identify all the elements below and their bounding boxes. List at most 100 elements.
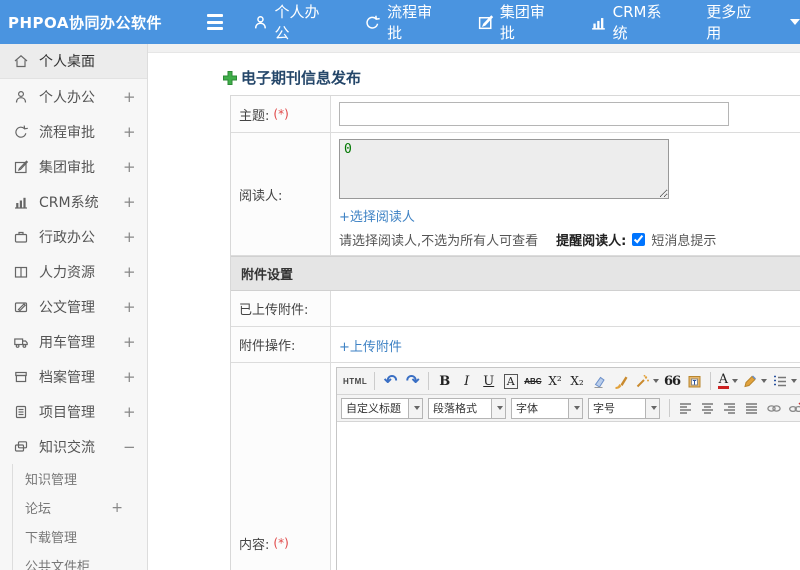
ordered-list-button[interactable] bbox=[770, 370, 799, 392]
sidebar-subitem-public-files[interactable]: 公共文件柜 bbox=[13, 551, 147, 570]
hamburger-menu-icon[interactable] bbox=[204, 14, 226, 30]
archive-icon bbox=[15, 371, 27, 382]
numbered-list-icon bbox=[773, 375, 786, 386]
app-brand: PHPOA协同办公软件 bbox=[8, 13, 162, 32]
remind-readers-label: 提醒阅读人: bbox=[556, 234, 627, 249]
expand-plus-icon[interactable]: + bbox=[123, 228, 136, 246]
content-top-strip bbox=[148, 44, 800, 53]
font-color-button[interactable]: A bbox=[716, 370, 740, 392]
underline-button[interactable]: U bbox=[478, 370, 499, 392]
caret-icon bbox=[760, 379, 767, 383]
expand-plus-icon[interactable]: + bbox=[123, 263, 136, 281]
readers-textarea[interactable]: 0 bbox=[339, 139, 669, 199]
paste-as-text-button[interactable] bbox=[684, 370, 705, 392]
expand-plus-icon[interactable]: + bbox=[123, 88, 136, 106]
content-row: 内容: (*) HTML ↶ ↷ B I U A ABC X² X₂ 66 A … bbox=[231, 363, 800, 570]
sidebar-item-knowledge[interactable]: 知识交流 − bbox=[0, 429, 147, 464]
sidebar-item-hr[interactable]: 人力资源 + bbox=[0, 254, 147, 289]
expand-plus-icon[interactable]: + bbox=[123, 368, 136, 386]
align-center-button[interactable] bbox=[697, 397, 718, 419]
eraser-button[interactable] bbox=[589, 370, 610, 392]
dropdown-caret-icon[interactable] bbox=[790, 19, 800, 25]
redo-button[interactable]: ↷ bbox=[402, 370, 423, 392]
html-source-button[interactable]: HTML bbox=[341, 370, 369, 392]
nav-workflow-approval[interactable]: 流程审批 bbox=[364, 1, 447, 43]
expand-plus-icon[interactable]: + bbox=[123, 193, 136, 211]
expand-plus-icon[interactable]: + bbox=[123, 158, 136, 176]
rich-text-editor: HTML ↶ ↷ B I U A ABC X² X₂ 66 A 自定义标题 段落… bbox=[336, 367, 800, 570]
user-icon bbox=[15, 90, 27, 103]
nav-label: CRM系统 bbox=[612, 3, 662, 42]
knowledge-submenu: 知识管理 论坛 + 下载管理 公共文件柜 bbox=[12, 464, 147, 570]
sidebar-subitem-forum[interactable]: 论坛 + bbox=[13, 493, 147, 522]
highlight-color-button[interactable] bbox=[741, 370, 769, 392]
paragraph-format-select[interactable]: 段落格式 bbox=[428, 397, 506, 419]
font-style-button[interactable]: A bbox=[500, 370, 521, 392]
subject-input[interactable] bbox=[339, 102, 729, 126]
nav-more-apps[interactable]: 更多应用 bbox=[706, 1, 766, 43]
page-title: 电子期刊信息发布 bbox=[241, 69, 362, 87]
publish-form: 主题: (*) 阅读人: 0 +选择阅读人 请选择阅读人,不选为所有人可查看 提… bbox=[230, 95, 800, 570]
sidebar: 个人桌面 个人办公 + 流程审批 + 集团审批 + CRM系统 + 行政办公 +… bbox=[0, 44, 148, 570]
bold-button[interactable]: B bbox=[434, 370, 455, 392]
undo-button[interactable]: ↶ bbox=[380, 370, 401, 392]
align-left-button[interactable] bbox=[675, 397, 696, 419]
caret-icon bbox=[731, 379, 738, 383]
subscript-button[interactable]: X₂ bbox=[567, 370, 588, 392]
uploaded-attachments-label: 已上传附件: bbox=[239, 303, 309, 318]
autoformat-button[interactable] bbox=[633, 370, 661, 392]
blockquote-button[interactable]: 66 bbox=[662, 370, 683, 392]
sidebar-item-documents[interactable]: 公文管理 + bbox=[0, 289, 147, 324]
nav-label: 更多应用 bbox=[706, 3, 752, 42]
upload-attachment-link[interactable]: +上传附件 bbox=[339, 336, 402, 355]
expand-plus-icon[interactable]: + bbox=[123, 298, 136, 316]
custom-heading-select[interactable]: 自定义标题 bbox=[341, 397, 423, 419]
expand-plus-icon[interactable]: + bbox=[123, 403, 136, 421]
justify-button[interactable] bbox=[741, 397, 762, 419]
font-family-select[interactable]: 字体 bbox=[511, 397, 583, 419]
align-right-icon bbox=[724, 402, 735, 414]
expand-plus-icon[interactable]: + bbox=[123, 123, 136, 141]
sidebar-item-vehicles[interactable]: 用车管理 + bbox=[0, 324, 147, 359]
sidebar-item-crm[interactable]: CRM系统 + bbox=[0, 184, 147, 219]
unlink-icon bbox=[788, 402, 800, 412]
book-icon bbox=[14, 266, 28, 278]
expand-plus-icon[interactable]: + bbox=[111, 500, 123, 516]
editor-content-area[interactable] bbox=[337, 422, 800, 570]
sidebar-item-workflow-approval[interactable]: 流程审批 + bbox=[0, 114, 147, 149]
truck-icon bbox=[14, 337, 28, 348]
font-size-select[interactable]: 字号 bbox=[588, 397, 660, 419]
align-left-icon bbox=[680, 402, 691, 414]
nav-label: 流程审批 bbox=[387, 3, 433, 42]
superscript-button[interactable]: X² bbox=[545, 370, 566, 392]
sms-remind-checkbox[interactable] bbox=[632, 233, 646, 246]
sidebar-item-admin-office[interactable]: 行政办公 + bbox=[0, 219, 147, 254]
select-readers-link[interactable]: +选择阅读人 bbox=[339, 206, 415, 225]
collapse-minus-icon[interactable]: − bbox=[123, 438, 136, 456]
process-icon bbox=[15, 125, 28, 138]
format-brush-button[interactable] bbox=[611, 370, 632, 392]
strikethrough-button[interactable]: ABC bbox=[522, 370, 543, 392]
attachment-operation-row: 附件操作: +上传附件 bbox=[231, 327, 800, 363]
sidebar-subitem-downloads[interactable]: 下载管理 bbox=[13, 522, 147, 551]
page-title-row: 电子期刊信息发布 bbox=[148, 53, 800, 88]
nav-crm-system[interactable]: CRM系统 bbox=[590, 1, 677, 43]
sidebar-subitem-knowledge-mgmt[interactable]: 知识管理 bbox=[13, 464, 147, 493]
sidebar-item-group-approval[interactable]: 集团审批 + bbox=[0, 149, 147, 184]
sidebar-item-projects[interactable]: 项目管理 + bbox=[0, 394, 147, 429]
nav-label: 集团审批 bbox=[499, 3, 545, 42]
align-right-button[interactable] bbox=[719, 397, 740, 419]
expand-plus-icon[interactable]: + bbox=[123, 333, 136, 351]
remove-link-button[interactable] bbox=[785, 397, 800, 419]
process-icon bbox=[366, 15, 381, 29]
nav-personal-office[interactable]: 个人办公 bbox=[252, 1, 335, 43]
readers-hint: 请选择阅读人,不选为所有人可查看 bbox=[339, 234, 539, 249]
sidebar-item-archives[interactable]: 档案管理 + bbox=[0, 359, 147, 394]
align-center-icon bbox=[702, 402, 713, 414]
sidebar-item-desktop[interactable]: 个人桌面 bbox=[0, 44, 147, 79]
sidebar-item-personal-office[interactable]: 个人办公 + bbox=[0, 79, 147, 114]
insert-link-button[interactable] bbox=[763, 397, 784, 419]
italic-button[interactable]: I bbox=[456, 370, 477, 392]
edit-icon bbox=[478, 14, 494, 29]
nav-group-approval[interactable]: 集团审批 bbox=[477, 1, 560, 43]
